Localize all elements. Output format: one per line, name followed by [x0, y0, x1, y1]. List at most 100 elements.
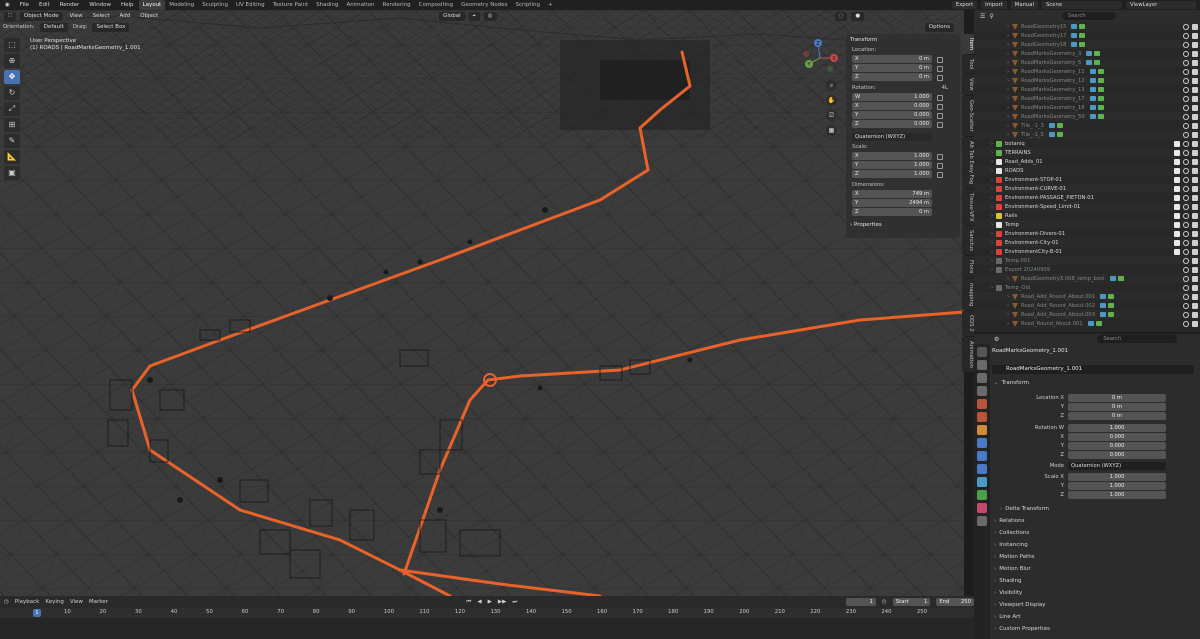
visibility-eye-icon[interactable] [1183, 176, 1189, 183]
render-camera-icon[interactable] [1192, 212, 1198, 219]
relations-section[interactable]: Relations [994, 518, 1024, 524]
visibility-section[interactable]: Visibility [994, 590, 1022, 596]
render-camera-icon[interactable] [1192, 284, 1198, 291]
location-y-field[interactable]: Y0 m [852, 64, 932, 72]
include-checkbox[interactable] [1174, 239, 1180, 246]
expand-chevron-icon[interactable]: › [988, 177, 996, 183]
scale-y-field[interactable]: Y 1.000 [852, 161, 932, 169]
include-checkbox[interactable] [1174, 185, 1180, 192]
expand-chevron-icon[interactable]: › [988, 141, 996, 147]
workspace-tab-scripting[interactable]: Scripting [512, 0, 544, 10]
rotation-x-field[interactable]: X 0.000 [852, 102, 932, 110]
add-workspace-button[interactable]: + [544, 0, 557, 10]
location-x-field[interactable]: X0 m [852, 55, 932, 63]
visibility-eye-icon[interactable] [1183, 203, 1189, 210]
render-camera-icon[interactable] [1192, 176, 1198, 183]
camera-view-icon[interactable]: ⎚ [826, 110, 837, 121]
current-frame-field[interactable]: 1 [846, 598, 876, 606]
visibility-eye-icon[interactable] [1183, 293, 1189, 300]
visibility-eye-icon[interactable] [1183, 86, 1189, 93]
render-camera-icon[interactable] [1192, 59, 1198, 66]
visibility-eye-icon[interactable] [1183, 77, 1189, 84]
expand-chevron-icon[interactable]: › [988, 222, 996, 228]
rotation-w-field[interactable]: W 1.000 [852, 93, 932, 101]
particles-tab-icon[interactable] [977, 451, 987, 461]
expand-chevron-icon[interactable]: › [1004, 123, 1012, 129]
prop-location-x-field[interactable]: 0 m [1068, 393, 1166, 402]
motion-blur-section[interactable]: Motion Blur [994, 566, 1030, 572]
menu-help[interactable]: Help [116, 0, 139, 10]
workspace-tab-uv-editing[interactable]: UV Editing [232, 0, 269, 10]
dimensions-y-field[interactable]: Y 2494 m [852, 199, 932, 207]
rotation-y-field[interactable]: Y 0.000 [852, 111, 932, 119]
render-camera-icon[interactable] [1192, 140, 1198, 147]
menu-keying[interactable]: Keying [45, 599, 63, 605]
blender-logo-icon[interactable]: ◉ [0, 0, 15, 10]
lock-icon[interactable] [937, 153, 943, 160]
sidebar-tab-easy-fog[interactable]: Alt Tab Easy Fog [962, 136, 974, 188]
object-name-field[interactable]: RoadMarksGeometry_1.001 [992, 365, 1194, 374]
material-tab-icon[interactable] [977, 503, 987, 513]
render-camera-icon[interactable] [1192, 122, 1198, 129]
prop-location-z-field[interactable]: 0 m [1068, 411, 1166, 420]
expand-chevron-icon[interactable]: › [1004, 96, 1012, 102]
dimensions-z-field[interactable]: Z0 m [852, 208, 932, 216]
world-tab-icon[interactable] [977, 412, 987, 422]
prop-rotation-y-field[interactable]: 0.000 [1068, 441, 1166, 450]
menu-select[interactable]: Select [90, 13, 113, 19]
workspace-tab-compositing[interactable]: Compositing [415, 0, 457, 10]
delta-transform-section[interactable]: Delta Transform [1000, 506, 1049, 512]
zoom-icon[interactable]: ⌕ [826, 80, 837, 91]
menu-window[interactable]: Window [84, 0, 116, 10]
render-camera-icon[interactable] [1192, 158, 1198, 165]
outliner-row[interactable]: › TERRAINS [974, 148, 1200, 157]
outliner-row[interactable]: › RoadGeometry18 [974, 40, 1200, 49]
visibility-eye-icon[interactable] [1183, 41, 1189, 48]
render-camera-icon[interactable] [1192, 194, 1198, 201]
proportional-edit-icon[interactable]: ◎ [483, 11, 497, 21]
mode-selector[interactable]: Object Mode [19, 11, 63, 21]
sidebar-tab-view[interactable]: View [962, 74, 974, 95]
render-camera-icon[interactable] [1192, 185, 1198, 192]
prop-rotation-x-field[interactable]: 0.000 [1068, 432, 1166, 441]
visibility-eye-icon[interactable] [1183, 185, 1189, 192]
sidebar-tab-geo-scatter[interactable]: Geo-Scatter [962, 95, 974, 136]
outliner-row[interactable]: › ROADS [974, 166, 1200, 175]
custom-properties-section[interactable]: Custom Properties [994, 626, 1050, 632]
render-camera-icon[interactable] [1192, 32, 1198, 39]
expand-chevron-icon[interactable]: › [1004, 24, 1012, 30]
visibility-eye-icon[interactable] [1183, 275, 1189, 282]
render-camera-icon[interactable] [1192, 293, 1198, 300]
expand-chevron-icon[interactable]: › [988, 231, 996, 237]
include-checkbox[interactable] [1174, 167, 1180, 174]
outliner-row[interactable]: › botaniq [974, 139, 1200, 148]
3d-viewport[interactable] [0, 10, 964, 596]
start-frame-field[interactable]: Start 1 [892, 598, 931, 606]
expand-chevron-icon[interactable]: › [1004, 51, 1012, 57]
add-cube-tool-icon[interactable]: ▣ [4, 166, 20, 180]
rotation-mode-dropdown[interactable]: Quaternion (WXYZ) [1068, 461, 1166, 470]
expand-chevron-icon[interactable]: › [988, 249, 996, 255]
workspace-tab-texture-paint[interactable]: Texture Paint [269, 0, 313, 10]
visibility-eye-icon[interactable] [1183, 158, 1189, 165]
move-tool-icon[interactable]: ✥ [4, 70, 20, 84]
collections-section[interactable]: Collections [994, 530, 1029, 536]
annotate-tool-icon[interactable]: ✎ [4, 134, 20, 148]
include-checkbox[interactable] [1174, 149, 1180, 156]
workspace-tab-layout[interactable]: Layout [138, 0, 166, 10]
visibility-eye-icon[interactable] [1183, 194, 1189, 201]
scale-z-field[interactable]: Z 1.000 [852, 170, 932, 178]
outliner-row[interactable]: › Temp.001 [974, 256, 1200, 265]
render-camera-icon[interactable] [1192, 248, 1198, 255]
render-camera-icon[interactable] [1192, 77, 1198, 84]
prop-location-y-field[interactable]: 0 m [1068, 402, 1166, 411]
workspace-tab-rendering[interactable]: Rendering [379, 0, 415, 10]
outliner-row[interactable]: › RoadMarksGeometry_17 [974, 94, 1200, 103]
visibility-eye-icon[interactable] [1183, 212, 1189, 219]
visibility-eye-icon[interactable] [1183, 239, 1189, 246]
outliner-row[interactable]: › Road_Add_Round_About.001 [974, 292, 1200, 301]
workspace-tab-shading[interactable]: Shading [312, 0, 342, 10]
jump-end-icon[interactable]: ⏭ [512, 599, 517, 606]
orientation-selector[interactable]: Default [39, 22, 68, 32]
outliner-row[interactable]: › Road_Adds_01 [974, 157, 1200, 166]
